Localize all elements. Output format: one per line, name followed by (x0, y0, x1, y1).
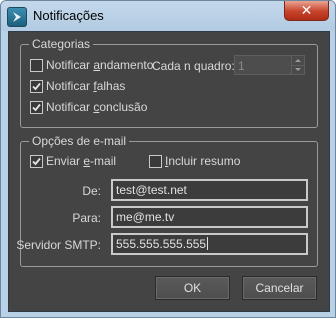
3ds-max-icon[interactable] (7, 7, 27, 27)
ok-button[interactable]: OK (155, 276, 230, 300)
dialog-window: Notificações ✕ Categorias Notificar anda… (0, 0, 336, 318)
label-text: Enviar (46, 154, 84, 168)
smtp-label: Servidor SMTP: (16, 238, 101, 252)
smtp-input[interactable]: 555.555.555.555 (111, 233, 308, 255)
close-button[interactable]: ✕ (284, 1, 329, 21)
label-text: ncluir resumo (168, 154, 241, 168)
incluir-resumo-label[interactable]: Incluir resumo (165, 154, 240, 168)
label-text: Notificar (46, 100, 94, 114)
arrow-up-icon (295, 59, 301, 62)
spinner-down-button[interactable] (292, 65, 304, 74)
checkmark-icon (32, 82, 41, 91)
cancel-button[interactable]: Cancelar (242, 276, 317, 300)
smtp-value: 555.555.555.555 (116, 237, 207, 251)
categorias-group-label: Categorias (29, 37, 94, 51)
para-input[interactable]: me@me.tv (111, 206, 308, 228)
label-text: -mail (90, 154, 117, 168)
dialog-client-area: Categorias Notificar andamento Cada n qu… (8, 31, 330, 312)
notificar-conclusao-checkbox[interactable] (30, 101, 43, 114)
text-caret (207, 237, 209, 250)
categorias-group: Categorias Notificar andamento Cada n qu… (20, 37, 318, 128)
notificar-andamento-checkbox[interactable] (30, 59, 43, 72)
notificar-andamento-label[interactable]: Notificar andamento (46, 58, 153, 72)
cada-n-quadro-label: Cada n quadro: (152, 59, 235, 73)
de-input[interactable]: test@test.net (111, 179, 308, 201)
label-text: Notificar (46, 79, 94, 93)
label-text: Notificar (46, 58, 94, 72)
notificar-conclusao-label[interactable]: Notificar conclusão (46, 100, 147, 114)
email-options-group-label: Opções de e-mail (29, 134, 130, 148)
notificar-falhas-label[interactable]: Notificar falhas (46, 79, 125, 93)
checkmark-icon (32, 103, 41, 112)
email-options-group: Opções de e-mail Enviar e-mail Incluir r… (16, 134, 318, 267)
window-title: Notificações (33, 8, 104, 23)
arrow-down-icon (295, 68, 301, 71)
label-text: alhas (96, 79, 126, 93)
para-label: Para: (72, 211, 101, 225)
checkmark-icon (32, 157, 41, 166)
de-label: De: (82, 184, 101, 198)
cada-n-quadro-input[interactable]: 1 (234, 55, 292, 75)
cada-n-quadro-spinner[interactable] (291, 55, 305, 75)
enviar-email-checkbox[interactable] (30, 155, 43, 168)
title-bar[interactable]: Notificações ✕ (1, 1, 335, 31)
incluir-resumo-checkbox[interactable] (149, 155, 162, 168)
label-text: ndamento (100, 58, 154, 72)
label-text: onclusão (99, 100, 148, 114)
notificar-falhas-checkbox[interactable] (30, 80, 43, 93)
enviar-email-label[interactable]: Enviar e-mail (46, 154, 116, 168)
